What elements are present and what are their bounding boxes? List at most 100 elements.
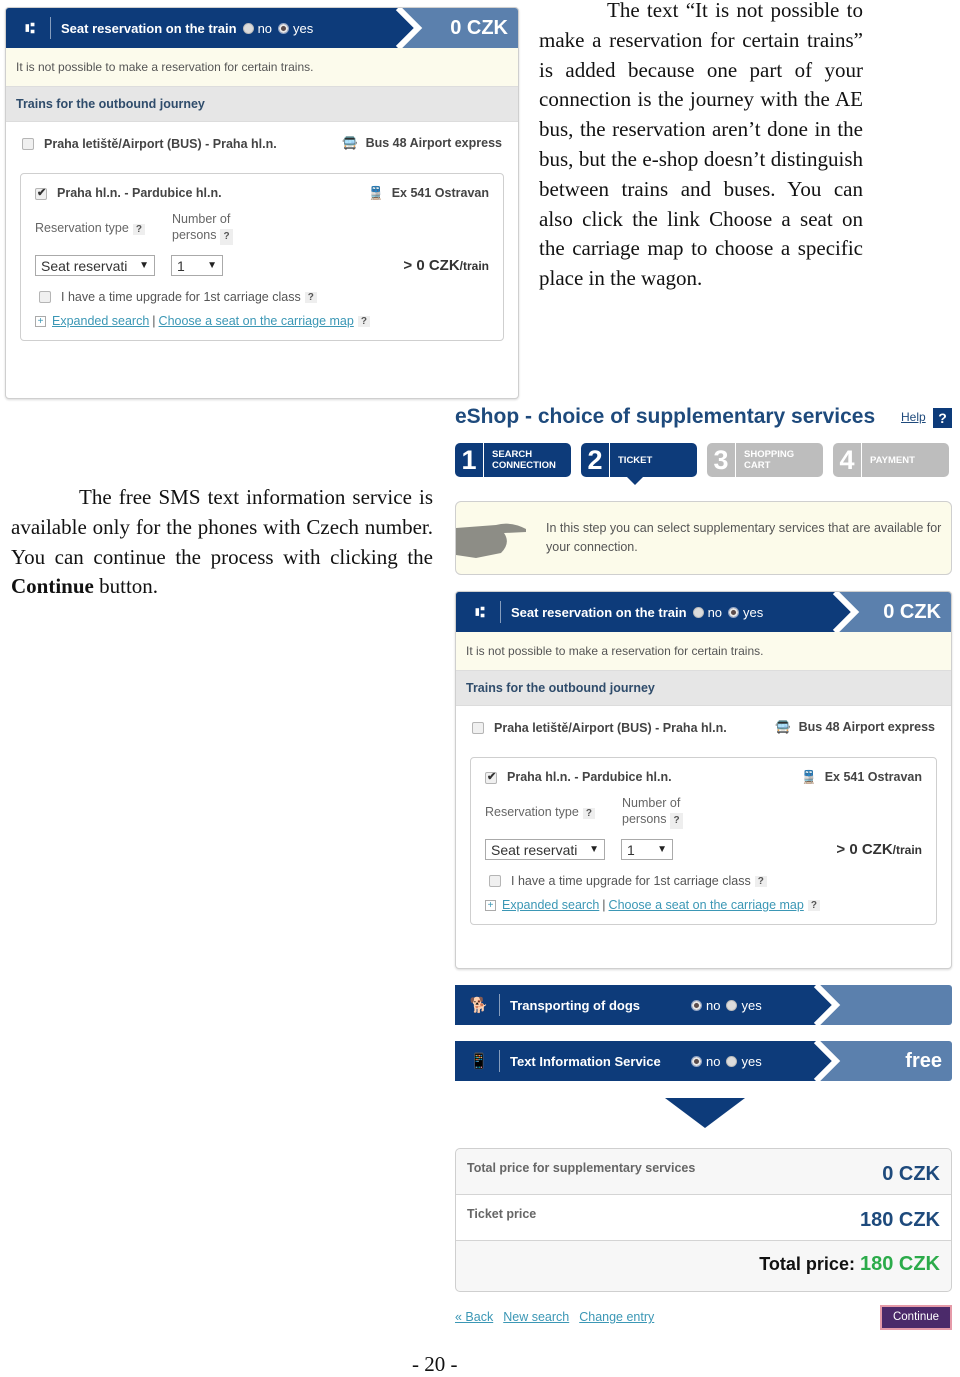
step-ticket[interactable]: 2 TICKET [581, 443, 697, 485]
supplementary-label: Total price for supplementary services [467, 1161, 696, 1175]
reservation-panel: ⑆ Seat reservation on the train no yes 0… [455, 591, 952, 969]
change-entry-link[interactable]: Change entry [579, 1310, 654, 1324]
dropdown-arrow-icon: ▼ [589, 844, 599, 855]
radio-yes[interactable]: yes [726, 998, 762, 1013]
seat-reservation-icon: ⑆ [25, 19, 35, 37]
hint-box: In this step you can select supplementar… [455, 501, 952, 575]
help-icon[interactable]: ? [933, 408, 952, 428]
train-segment: Praha hl.n. - Pardubice hl.n. 🚆 Ex 541 Os… [470, 757, 937, 925]
bus-segment-checkbox[interactable] [22, 138, 34, 151]
reservation-price: 0 CZK [450, 16, 508, 39]
bus-name: Bus 48 Airport express [365, 136, 502, 150]
page-number: - 20 - [412, 1352, 458, 1376]
train-route: Praha hl.n. - Pardubice hl.n. [507, 770, 672, 784]
service-title: Transporting of dogs [510, 997, 640, 1013]
help-icon[interactable]: ? [132, 224, 145, 235]
paragraph-text: The text “It is not possible to make a r… [539, 0, 863, 291]
total-value: 180 CZK [859, 1253, 940, 1275]
reservation-price: 0 CZK [883, 600, 941, 623]
help-link[interactable]: Help [901, 410, 926, 424]
reservation-type-select[interactable]: Seat reservati ▼ [485, 839, 605, 860]
service-title: Text Information Service [510, 1053, 661, 1069]
down-arrow-icon [665, 1098, 745, 1128]
footer-links: « Back New search Change entry [455, 1310, 654, 1324]
radio-no[interactable]: no [691, 1054, 720, 1069]
persons-select[interactable]: 1 ▼ [621, 839, 673, 860]
reservation-title: Seat reservation on the train [61, 20, 237, 36]
bus-name: Bus 48 Airport express [798, 720, 935, 734]
radio-no[interactable]: no [691, 998, 720, 1013]
expand-icon[interactable]: + [485, 899, 496, 911]
divider [500, 601, 501, 623]
continue-button[interactable]: Continue [880, 1305, 952, 1330]
expand-icon[interactable]: + [35, 315, 46, 327]
radio-no[interactable]: no [242, 21, 272, 36]
help-icon[interactable]: ? [754, 875, 767, 887]
price-per-train: > 0 CZK/train [836, 841, 922, 858]
price-per-train: > 0 CZK/train [403, 257, 489, 274]
radio-yes[interactable]: yes [278, 21, 313, 36]
explanation-paragraph: The text “It is not possible to make a r… [539, 0, 863, 294]
help-icon[interactable]: ? [357, 315, 370, 327]
ticket-label: Ticket price [467, 1207, 537, 1221]
persons-select[interactable]: 1 ▼ [171, 255, 223, 276]
outbound-heading: Trains for the outbound journey [6, 87, 518, 122]
upgrade-checkbox[interactable] [489, 875, 501, 887]
radio-yes[interactable]: yes [728, 605, 763, 620]
outbound-heading: Trains for the outbound journey [456, 671, 951, 706]
train-segment: Praha hl.n. - Pardubice hl.n. 🚆 Ex 541 Os… [20, 173, 504, 341]
carriage-map-link[interactable]: Choose a seat on the carriage map [609, 898, 804, 912]
reservation-type-label: Reservation type [35, 221, 129, 235]
service-price: free [905, 1049, 942, 1072]
help-icon[interactable]: ? [807, 899, 820, 911]
dropdown-arrow-icon: ▼ [207, 260, 217, 271]
paragraph-bold: Continue [11, 574, 94, 599]
step-search-connection[interactable]: 1 SEARCH CONNECTION [455, 443, 571, 477]
persons-label: persons [172, 228, 217, 242]
price-summary: Total price for supplementary services 0 … [455, 1148, 952, 1292]
help-icon[interactable]: ? [220, 229, 233, 245]
new-search-link[interactable]: New search [503, 1310, 569, 1324]
hint-text: In this step you can select supplementar… [546, 521, 942, 554]
carriage-map-link[interactable]: Choose a seat on the carriage map [159, 314, 354, 328]
ticket-value: 180 CZK [859, 1209, 940, 1231]
paragraph-text: button. [93, 574, 159, 599]
reservation-note: It is not possible to make a reservation… [456, 632, 951, 671]
train-segment-checkbox[interactable] [485, 770, 497, 784]
reservation-type-select[interactable]: Seat reservati ▼ [35, 255, 155, 276]
divider [50, 17, 51, 39]
help-icon[interactable]: ? [582, 808, 595, 819]
total-price: Total price: 180 CZK [759, 1253, 940, 1275]
phone-icon: 📱 [469, 1053, 489, 1070]
radio-yes[interactable]: yes [726, 1054, 762, 1069]
bus-segment: Praha letiště/Airport (BUS) - Praha hl.n… [456, 706, 951, 749]
bus-segment-checkbox[interactable] [472, 722, 484, 735]
train-segment-checkbox[interactable] [35, 186, 47, 200]
bus-segment: Praha letiště/Airport (BUS) - Praha hl.n… [6, 122, 518, 165]
service-text-information: 📱 Text Information Service no yes free [455, 1041, 952, 1081]
step-shopping-cart: 3 SHOPPING CART [707, 443, 823, 477]
progress-steps: 1 SEARCH CONNECTION 2 TICKET 3 SHOPPING CART … [455, 443, 959, 485]
help-icon[interactable]: ? [670, 813, 683, 829]
upgrade-label: I have a time upgrade for 1st carriage c… [61, 290, 301, 304]
train-icon: 🚆 [368, 186, 384, 200]
radio-no[interactable]: no [692, 605, 722, 620]
expanded-search-link[interactable]: Expanded search [502, 898, 599, 912]
sms-paragraph: The free SMS text information service is… [11, 483, 433, 602]
train-route: Praha hl.n. - Pardubice hl.n. [57, 186, 222, 200]
dog-icon: 🐕 [469, 997, 489, 1014]
upgrade-checkbox[interactable] [39, 291, 51, 303]
dropdown-arrow-icon: ▼ [657, 844, 667, 855]
back-link[interactable]: « Back [455, 1310, 493, 1324]
expanded-search-link[interactable]: Expanded search [52, 314, 149, 328]
reservation-bar: ⑆ Seat reservation on the train no yes 0… [6, 8, 518, 48]
upgrade-label: I have a time upgrade for 1st carriage c… [511, 874, 751, 888]
help-icon[interactable]: ? [304, 291, 317, 303]
paragraph-text: The free SMS text information service is… [11, 485, 433, 569]
bus-icon: 🚍 [775, 720, 791, 734]
reservation-type-label: Reservation type [485, 805, 579, 819]
supplementary-value: 0 CZK [882, 1163, 940, 1185]
train-icon: 🚆 [801, 770, 817, 784]
persons-label: persons [622, 812, 667, 826]
reservation-panel-crop: ⑆ Seat reservation on the train no yes 0… [5, 7, 519, 399]
